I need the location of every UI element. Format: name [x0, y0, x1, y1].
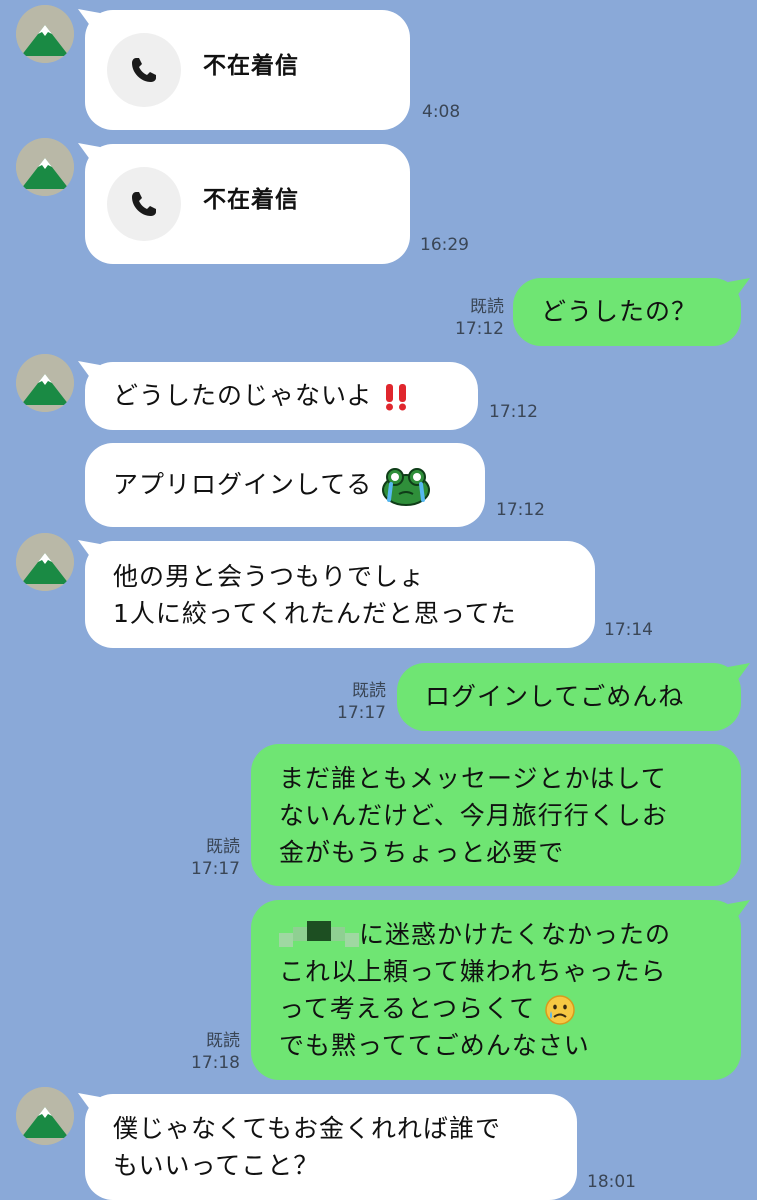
- call-icon-circle: [107, 167, 181, 241]
- missed-call-label: 不在着信: [203, 53, 299, 79]
- mountain-icon: [16, 354, 74, 412]
- message-text-line: でも黙っててごめんなさい: [279, 1031, 590, 1060]
- message-time: 17:12: [496, 500, 545, 520]
- message-text-line: 金がもうちょっと必要で: [279, 838, 565, 867]
- chat-area: 不在着信 4:08 不在着信 16:29 既読 17:12 どうしたの？ どうし…: [0, 0, 757, 1200]
- contact-avatar[interactable]: [16, 533, 74, 591]
- mountain-icon: [16, 5, 74, 63]
- contact-avatar[interactable]: [16, 354, 74, 412]
- message-time: 17:12: [455, 319, 504, 339]
- read-receipt: 既読: [206, 837, 240, 857]
- message-meta: 既読 17:17: [188, 836, 240, 880]
- missed-call-label: 不在着信: [203, 187, 299, 213]
- message-time: 17:14: [604, 620, 653, 640]
- call-icon-circle: [107, 33, 181, 107]
- incoming-message[interactable]: 僕じゃなくてもお金くれれば誰で もいいってこと？: [85, 1094, 577, 1200]
- message-text-line: って考えるとつらくて: [279, 994, 536, 1023]
- incoming-message[interactable]: 他の男と会うつもりでしょ 1人に絞ってくれたんだと思ってた: [85, 541, 595, 648]
- message-meta: 既読 17:12: [452, 296, 504, 340]
- double-exclamation-emoji: [386, 384, 407, 411]
- message-text-line: まだ誰ともメッセージとかはして: [279, 764, 667, 793]
- missed-call-bubble[interactable]: 不在着信: [85, 144, 410, 264]
- message-time: 18:01: [587, 1172, 636, 1192]
- message-text: ログインしてごめんね: [425, 682, 685, 711]
- phone-icon: [130, 190, 158, 218]
- message-meta: 既読 17:17: [334, 680, 386, 724]
- outgoing-message[interactable]: まだ誰ともメッセージとかはして ないんだけど、今月旅行行くしお 金がもうちょっと…: [251, 744, 741, 886]
- mountain-icon: [16, 533, 74, 591]
- bubble-tail: [728, 663, 750, 685]
- crying-frog-sticker-emoji: [382, 468, 431, 506]
- contact-avatar[interactable]: [16, 5, 74, 63]
- message-text: どうしたのじゃないよ: [113, 381, 373, 410]
- message-time: 16:29: [420, 235, 469, 255]
- outgoing-message[interactable]: に迷惑かけたくなかったの これ以上頼って嫌われちゃったら って考えるとつらくて …: [251, 900, 741, 1080]
- read-receipt: 既読: [470, 297, 504, 317]
- message-text-line: もいいってこと？: [113, 1151, 320, 1180]
- message-text-line: これ以上頼って嫌われちゃったら: [279, 957, 667, 986]
- incoming-message[interactable]: どうしたのじゃないよ: [85, 362, 478, 430]
- message-time: 17:12: [489, 402, 538, 422]
- outgoing-message[interactable]: ログインしてごめんね: [397, 663, 741, 731]
- message-text-line: 他の男と会うつもりでしょ: [113, 562, 426, 591]
- message-text: アプリログインしてる: [113, 470, 373, 499]
- missed-call-bubble[interactable]: 不在着信: [85, 10, 410, 130]
- crying-face-emoji: [545, 995, 575, 1025]
- message-time: 17:18: [191, 1053, 240, 1073]
- message-time: 4:08: [422, 102, 461, 122]
- read-receipt: 既読: [352, 681, 386, 701]
- incoming-message[interactable]: アプリログインしてる: [85, 443, 485, 527]
- message-time: 17:17: [191, 859, 240, 879]
- bubble-tail: [728, 278, 750, 300]
- redacted-name-mosaic: [279, 921, 359, 951]
- mountain-icon: [16, 1087, 74, 1145]
- message-text-line: 僕じゃなくてもお金くれれば誰で: [113, 1114, 502, 1143]
- message-text-line: に迷惑かけたくなかったの: [359, 920, 672, 949]
- phone-icon: [130, 56, 158, 84]
- contact-avatar[interactable]: [16, 1087, 74, 1145]
- message-meta: 既読 17:18: [188, 1030, 240, 1074]
- mountain-icon: [16, 138, 74, 196]
- read-receipt: 既読: [206, 1031, 240, 1051]
- message-text: どうしたの？: [541, 297, 698, 326]
- message-text-line: 1人に絞ってくれたんだと思ってた: [113, 599, 517, 628]
- contact-avatar[interactable]: [16, 138, 74, 196]
- message-time: 17:17: [337, 703, 386, 723]
- message-text-line: ないんだけど、今月旅行行くしお: [279, 801, 668, 830]
- bubble-tail: [728, 900, 750, 922]
- outgoing-message[interactable]: どうしたの？: [513, 278, 741, 346]
